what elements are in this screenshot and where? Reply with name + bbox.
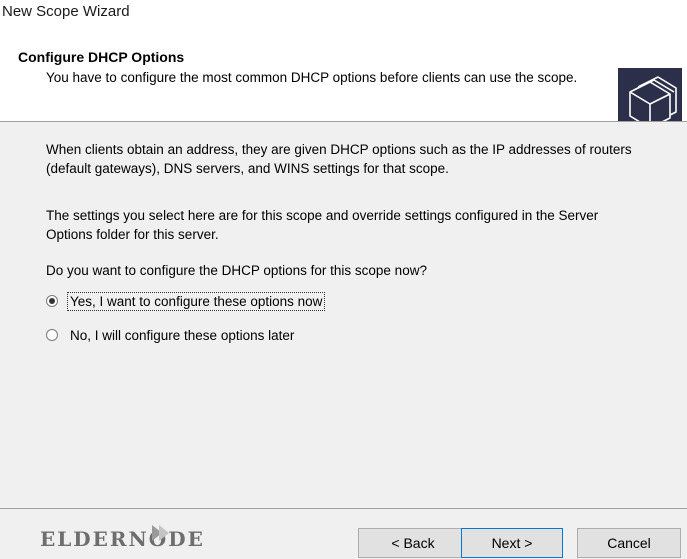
page-subtitle: You have to configure the most common DH… bbox=[46, 70, 578, 85]
wizard-footer: eldernode < Back Next > Cancel bbox=[0, 509, 687, 559]
radio-label-no[interactable]: No, I will configure these options later bbox=[68, 327, 296, 344]
radio-option-yes[interactable]: Yes, I want to configure these options n… bbox=[46, 290, 326, 312]
question-text: Do you want to configure the DHCP option… bbox=[46, 263, 427, 278]
page-title: Configure DHCP Options bbox=[18, 49, 185, 65]
brand-arrow-icon bbox=[152, 525, 169, 541]
window-title: New Scope Wizard bbox=[2, 3, 130, 20]
title-bar: New Scope Wizard bbox=[0, 0, 687, 30]
radio-button-yes[interactable] bbox=[46, 295, 58, 307]
radio-label-yes[interactable]: Yes, I want to configure these options n… bbox=[66, 291, 326, 311]
description-paragraph-1: When clients obtain an address, they are… bbox=[46, 142, 632, 176]
radio-button-no[interactable] bbox=[46, 329, 58, 341]
description-paragraph-2: The settings you select here are for thi… bbox=[46, 208, 599, 242]
wizard-header: Configure DHCP Options You have to confi… bbox=[0, 30, 687, 136]
back-button[interactable]: < Back bbox=[358, 528, 468, 558]
cancel-button[interactable]: Cancel bbox=[577, 528, 681, 558]
brand-logo: eldernode bbox=[40, 527, 205, 551]
next-button[interactable]: Next > bbox=[461, 528, 563, 558]
wizard-content: When clients obtain an address, they are… bbox=[0, 122, 687, 508]
radio-option-no[interactable]: No, I will configure these options later bbox=[46, 324, 296, 346]
